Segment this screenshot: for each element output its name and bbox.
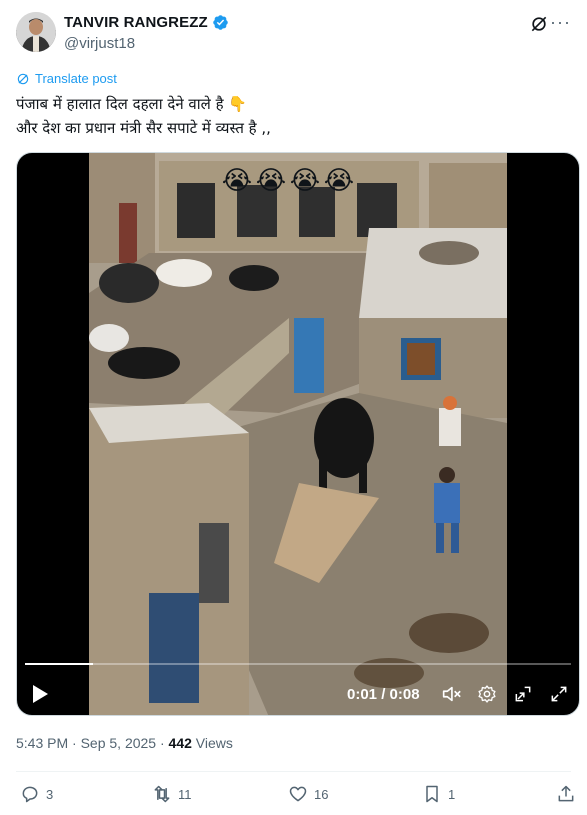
avatar[interactable] xyxy=(16,12,56,52)
video-progress-bar[interactable] xyxy=(25,663,571,665)
play-icon xyxy=(33,685,48,703)
fullscreen-button[interactable] xyxy=(547,681,571,707)
volume-muted-icon xyxy=(442,686,461,702)
retweet-icon xyxy=(154,785,170,803)
divider xyxy=(16,771,571,772)
grok-icon[interactable] xyxy=(529,14,549,34)
translate-post-link[interactable]: Translate post xyxy=(16,71,117,86)
action-bar: 3 11 16 1 xyxy=(16,784,574,808)
tweet-line-2: और देश का प्रधान मंत्री सैर सपाटे में व्… xyxy=(16,119,271,137)
bookmark-button[interactable]: 1 xyxy=(422,784,455,804)
views-count: 442 xyxy=(168,735,192,751)
tweet-line-1: पंजाब में हालात दिल दहला देने वाले है 👇 xyxy=(16,95,248,113)
video-scene-image xyxy=(89,153,507,715)
crying-emoji-3: 😭 xyxy=(289,165,321,195)
crying-emoji-1: 😭 xyxy=(221,165,253,195)
play-button[interactable] xyxy=(27,681,53,707)
reply-button[interactable]: 3 xyxy=(20,784,53,804)
share-button[interactable] xyxy=(556,784,576,804)
video-progress-fill xyxy=(25,663,94,665)
heart-icon xyxy=(289,786,307,802)
share-icon xyxy=(558,785,574,802)
translate-label[interactable]: Translate post xyxy=(35,71,117,86)
video-frame[interactable]: 😭 😭 😭 😭 xyxy=(89,153,507,715)
retweet-count: 11 xyxy=(178,786,192,802)
author-handle[interactable]: @virjust18 xyxy=(64,35,135,52)
retweet-button[interactable]: 11 xyxy=(152,784,192,804)
video-time: 0:01 / 0:08 xyxy=(347,685,420,703)
settings-button[interactable] xyxy=(475,681,499,707)
verified-badge-icon xyxy=(212,15,228,30)
gear-icon xyxy=(478,685,496,703)
like-count: 16 xyxy=(314,786,329,802)
mute-button[interactable] xyxy=(439,681,463,707)
pop-out-icon xyxy=(515,686,531,702)
more-options-icon[interactable]: ··· xyxy=(550,12,571,32)
reply-icon xyxy=(22,786,38,803)
tweet-meta: 5:43 PM · Sep 5, 2025 · 442 Views xyxy=(16,735,233,751)
like-button[interactable]: 16 xyxy=(288,784,328,804)
bookmark-icon xyxy=(426,785,438,803)
emoji-overlay: 😭 😭 😭 😭 xyxy=(221,165,355,195)
translate-icon xyxy=(17,73,29,84)
timestamp[interactable]: 5:43 PM · Sep 5, 2025 · xyxy=(16,735,169,751)
bookmark-count: 1 xyxy=(448,786,456,802)
pop-out-button[interactable] xyxy=(511,681,535,707)
reply-count: 3 xyxy=(46,786,54,802)
crying-emoji-2: 😭 xyxy=(255,165,287,195)
tweet-text: पंजाब में हालात दिल दहला देने वाले है 👇 … xyxy=(16,92,571,140)
video-player[interactable]: 😭 😭 😭 😭 0:01 / 0:08 xyxy=(16,152,580,716)
tweet-header: TANVIR RANGREZZ @virjust18 ··· xyxy=(16,12,571,56)
crying-emoji-4: 😭 xyxy=(323,165,355,195)
author-name-row[interactable]: TANVIR RANGREZZ xyxy=(64,14,229,31)
fullscreen-icon xyxy=(551,686,567,702)
author-name[interactable]: TANVIR RANGREZZ xyxy=(64,14,208,31)
views-label: Views xyxy=(191,735,233,751)
